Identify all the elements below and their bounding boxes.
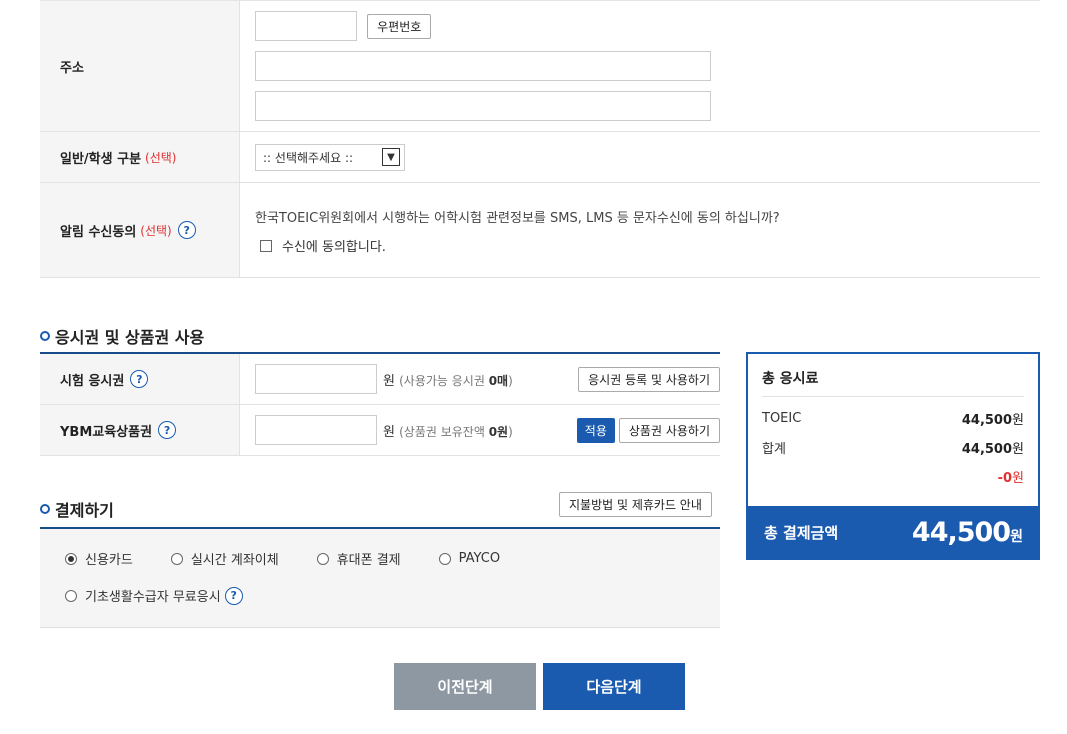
voucher-table: 시험 응시권 ? 원 (사용가능 응시권 0매) 응시권 등록 및 사용하기 Y… [40,352,720,456]
radio[interactable] [316,552,329,565]
won-unit: 원 [1012,471,1024,486]
register-voucher-button[interactable]: 응시권 등록 및 사용하기 [578,366,720,392]
help-icon[interactable]: ? [177,221,196,239]
use-gift-voucher-button[interactable]: 상품권 사용하기 [618,417,720,443]
note-prefix: (사용가능 응시권 [399,373,489,388]
member-type-label: 일반/학생 구분 (선택) [40,132,240,182]
radio-selected[interactable] [65,552,77,565]
next-step-button[interactable]: 다음단계 [543,663,685,710]
summary-line-label: 합계 [762,442,786,457]
total-label: 총 결제금액 [764,523,839,542]
payment-section-title: 결제하기 [40,497,114,521]
won-unit: 원 [1012,442,1024,457]
member-type-label-text: 일반/학생 구분 [60,151,142,167]
summary-line-toeic: TOEIC 44,500원 [762,404,1024,433]
member-type-select-value: :: 선택해주세요 :: [263,150,354,165]
payment-guide-button[interactable]: 지불방법 및 제휴카드 안내 [559,492,712,517]
member-type-row: 일반/학생 구분 (선택) :: 선택해주세요 :: ▼ [40,132,1040,183]
notify-row: 알림 수신동의 (선택) ? 한국TOEIC위원회에서 시행하는 어학시험 관련… [40,183,1040,278]
discount-value: -0 [997,471,1013,486]
payment-option-label: 신용카드 [85,553,133,568]
notify-label: 알림 수신동의 (선택) ? [40,183,240,277]
won-unit: 원 [383,373,395,389]
optional-tag: (선택) [140,223,172,238]
total-value: 44,500 [911,516,1011,548]
payment-option-mobile[interactable]: 휴대폰 결제 [316,549,401,568]
gift-voucher-label: YBM교육상품권 ? [40,405,240,455]
radio[interactable] [65,589,77,602]
exam-voucher-label-text: 시험 응시권 [60,373,125,389]
optional-tag: (선택) [145,150,177,165]
bullet-icon [40,331,50,341]
payment-option-bank-transfer[interactable]: 실시간 계좌이체 [170,549,279,568]
exam-voucher-input[interactable] [255,364,377,394]
won-unit: 원 [1012,413,1024,428]
available-count: 0매 [488,373,509,388]
address-line1-input[interactable] [255,51,711,81]
zipcode-button[interactable]: 우편번호 [367,13,432,39]
address-row: 주소 우편번호 [40,1,1040,132]
notify-agree-label[interactable]: 수신에 동의합니다. [282,236,386,255]
address-line2-input[interactable] [255,91,711,121]
summary-line-value: 44,500 [961,442,1013,457]
payment-methods: 신용카드 실시간 계좌이체 휴대폰 결제 PAYCO 기초생활수급자 무료응시 … [40,527,720,628]
payment-section-title-text: 결제하기 [55,501,114,520]
chevron-down-icon: ▼ [382,148,400,166]
note-suffix: ) [508,373,513,388]
applicant-form: 주소 우편번호 일반/학생 구분 (선택) :: 선택해주세요 :: ▼ 알림 … [40,0,1040,278]
payment-option-label: 실시간 계좌이체 [190,553,279,568]
summary-discount: -0원 [762,462,1024,491]
radio[interactable] [438,552,451,565]
balance-amount: 0원 [488,424,509,439]
notify-label-text: 알림 수신동의 [60,224,137,240]
payment-option-payco[interactable]: PAYCO [438,551,501,566]
fee-summary: 총 응시료 TOEIC 44,500원 합계 44,500원 -0원 총 결제금… [746,352,1040,560]
apply-button[interactable]: 적용 [576,417,615,443]
gift-voucher-row: YBM교육상품권 ? 원 (상품권 보유잔액 0원) 적용 상품권 사용하기 [40,405,720,456]
won-unit: 원 [1010,528,1023,545]
help-icon[interactable]: ? [224,586,243,605]
gift-voucher-input[interactable] [255,415,377,445]
notify-agree-checkbox[interactable] [260,239,272,252]
gift-voucher-note: 원 (상품권 보유잔액 0원) [383,421,513,440]
summary-line-subtotal: 합계 44,500원 [762,433,1024,462]
payment-option-label: 휴대폰 결제 [336,553,401,568]
payment-option-card[interactable]: 신용카드 [65,549,133,568]
exam-voucher-label: 시험 응시권 ? [40,354,240,404]
summary-line-value: 44,500 [961,413,1013,428]
help-icon[interactable]: ? [158,421,177,439]
voucher-section-title: 응시권 및 상품권 사용 [40,324,204,348]
address-label: 주소 [40,1,240,131]
exam-voucher-note: 원 (사용가능 응시권 0매) [383,370,513,389]
gift-voucher-label-text: YBM교육상품권 [60,424,153,440]
notify-question: 한국TOEIC위원회에서 시행하는 어학시험 관련정보를 SMS, LMS 등 … [255,211,780,226]
payment-option-label: PAYCO [458,551,501,566]
voucher-section-title-text: 응시권 및 상품권 사용 [55,328,205,347]
payment-option-label: 기초생활수급자 무료응시 [85,590,221,605]
zipcode-input[interactable] [255,11,357,41]
note-prefix: (상품권 보유잔액 [399,424,489,439]
note-suffix: ) [508,424,513,439]
bullet-icon [40,504,50,514]
won-unit: 원 [383,424,395,440]
radio[interactable] [170,552,183,565]
total-amount-bar: 총 결제금액 44,500원 [748,506,1038,558]
exam-voucher-row: 시험 응시권 ? 원 (사용가능 응시권 0매) 응시권 등록 및 사용하기 [40,354,720,405]
payment-option-free[interactable]: 기초생활수급자 무료응시 ? [65,586,243,605]
member-type-select[interactable]: :: 선택해주세요 :: ▼ [255,143,405,171]
summary-line-label: TOEIC [762,411,802,426]
help-icon[interactable]: ? [130,370,149,388]
prev-step-button[interactable]: 이전단계 [394,663,536,710]
summary-title: 총 응시료 [762,354,1024,397]
